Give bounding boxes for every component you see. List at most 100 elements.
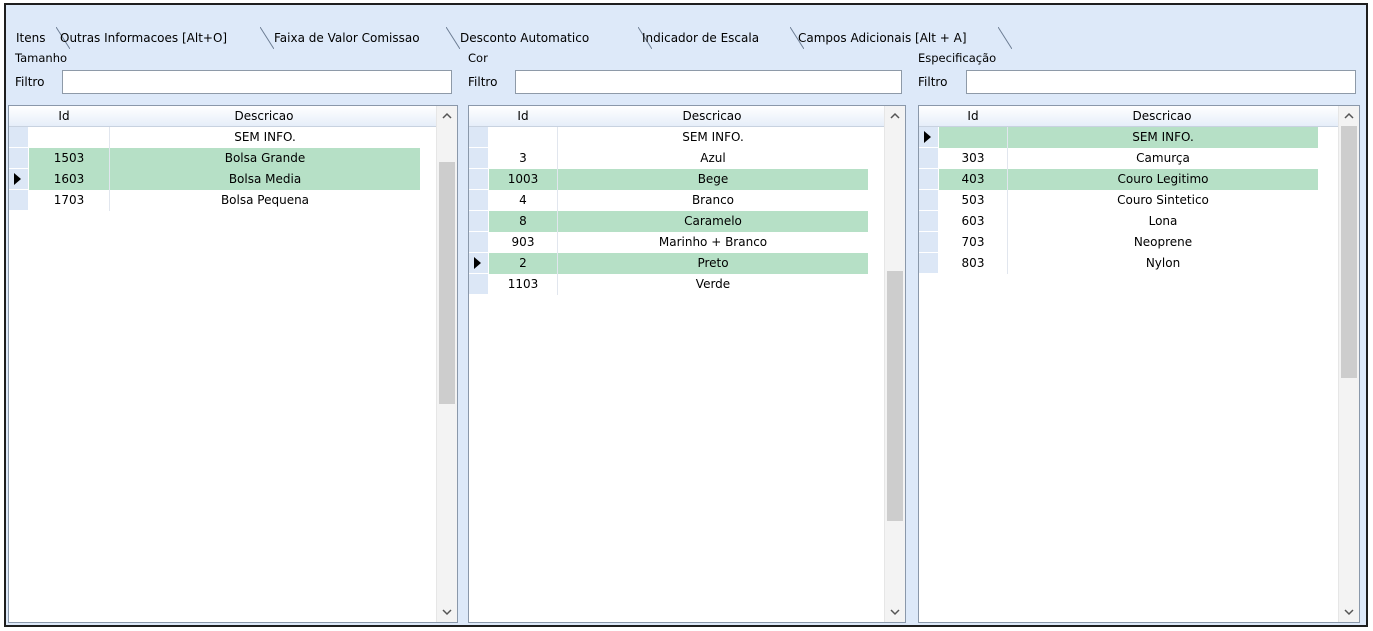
row-indicator	[469, 148, 488, 168]
grid-header: Id Descricao	[9, 106, 437, 127]
table-row[interactable]: 1703 Bolsa Pequena	[9, 190, 419, 211]
row-indicator	[919, 211, 938, 231]
row-indicator	[469, 211, 488, 231]
cell-id: 4	[519, 193, 527, 207]
tab-edge	[998, 27, 1012, 49]
cell-descricao: Bege	[557, 169, 868, 190]
cell-descricao: Nylon	[1007, 253, 1318, 274]
tab-desconto-automatico[interactable]: Desconto Automatico	[456, 27, 652, 49]
scroll-thumb[interactable]	[1341, 126, 1357, 378]
chevron-down-icon[interactable]	[1339, 602, 1359, 622]
cell-descricao: Couro Legitimo	[1007, 169, 1318, 190]
column-header-id[interactable]: Id	[29, 106, 99, 126]
chevron-up-icon[interactable]	[1339, 106, 1359, 126]
tab-indicador-escala[interactable]: Indicador de Escala	[638, 27, 804, 49]
row-indicator	[919, 232, 938, 252]
grid-header: Id Descricao	[469, 106, 885, 127]
tamanho-grid[interactable]: Id Descricao SEM INFO. 1503 Bolsa Grande…	[8, 105, 458, 623]
table-row[interactable]: 303 Camurça	[919, 148, 1317, 169]
cell-id: 1103	[507, 277, 539, 291]
cell-descricao: Preto	[557, 253, 868, 274]
tamanho-filter-input[interactable]	[62, 70, 452, 94]
table-row[interactable]: 803 Nylon	[919, 253, 1317, 274]
tab-campos-adicionais[interactable]: Campos Adicionais [Alt + A]	[794, 27, 1012, 49]
cor-grid[interactable]: Id Descricao SEM INFO. 3 Azul 1003 Bege …	[468, 105, 906, 623]
table-row[interactable]: 4 Branco	[469, 190, 867, 211]
cell-id: 503	[961, 193, 985, 207]
column-header-descricao[interactable]: Descricao	[1007, 106, 1317, 126]
vertical-scrollbar[interactable]	[436, 106, 457, 622]
table-row[interactable]: 1503 Bolsa Grande	[9, 148, 420, 169]
cell-id: 1703	[53, 193, 85, 207]
cell-id: 303	[961, 151, 985, 165]
row-pointer-icon	[14, 173, 21, 185]
table-row[interactable]: SEM INFO.	[469, 127, 867, 148]
especificacao-filter-label: Filtro	[918, 75, 948, 89]
cor-filter-label: Filtro	[468, 75, 498, 89]
table-row[interactable]: 2 Preto	[469, 253, 868, 274]
especificacao-grid[interactable]: Id Descricao SEM INFO. 303 Camurça 403 C…	[918, 105, 1360, 623]
table-row[interactable]: 703 Neoprene	[919, 232, 1317, 253]
table-row[interactable]: 903 Marinho + Branco	[469, 232, 867, 253]
row-indicator	[469, 190, 488, 210]
table-row[interactable]: SEM INFO.	[9, 127, 419, 148]
row-indicator	[9, 169, 28, 189]
vertical-scrollbar[interactable]	[1338, 106, 1359, 622]
table-row[interactable]: 1003 Bege	[469, 169, 868, 190]
scroll-thumb[interactable]	[887, 271, 903, 521]
cell-descricao: SEM INFO.	[1007, 127, 1318, 148]
cell-id: 803	[961, 256, 985, 270]
tab-label: Desconto Automatico	[460, 31, 590, 45]
especificacao-filter-input[interactable]	[966, 70, 1356, 94]
table-row[interactable]: 603 Lona	[919, 211, 1317, 232]
column-header-id[interactable]: Id	[489, 106, 557, 126]
cell-descricao: Marinho + Branco	[557, 232, 868, 253]
row-indicator	[469, 127, 488, 147]
chevron-down-icon[interactable]	[885, 602, 905, 622]
column-header-descricao[interactable]: Descricao	[557, 106, 867, 126]
row-pointer-icon	[924, 131, 931, 143]
row-indicator	[919, 169, 938, 189]
table-row[interactable]: 1603 Bolsa Media	[9, 169, 420, 190]
cell-id: 703	[961, 235, 985, 249]
table-row[interactable]: 3 Azul	[469, 148, 867, 169]
tab-outras-informacoes[interactable]: Outras Informacoes [Alt+O]	[56, 27, 274, 49]
especificacao-title: Especificação	[918, 51, 997, 65]
tab-strip: Itens Outras Informacoes [Alt+O] Faixa d…	[12, 27, 1212, 51]
cell-descricao: Azul	[557, 148, 868, 169]
cell-descricao: Caramelo	[557, 211, 868, 232]
table-row[interactable]: 503 Couro Sintetico	[919, 190, 1317, 211]
tab-faixa-valor-comissao[interactable]: Faixa de Valor Comissao	[270, 27, 460, 49]
tab-label: Itens	[16, 31, 46, 45]
row-indicator	[9, 148, 28, 168]
chevron-up-icon[interactable]	[437, 106, 457, 126]
cell-descricao: Neoprene	[1007, 232, 1318, 253]
cell-id: 1503	[29, 148, 109, 169]
cell-id	[939, 127, 1007, 148]
row-indicator	[469, 253, 488, 273]
cell-descricao: Branco	[557, 190, 868, 211]
column-header-descricao[interactable]: Descricao	[109, 106, 419, 126]
row-indicator	[919, 253, 938, 273]
chevron-up-icon[interactable]	[885, 106, 905, 126]
row-indicator	[919, 190, 938, 210]
product-grade-window: Itens Outras Informacoes [Alt+O] Faixa d…	[4, 3, 1368, 627]
table-row[interactable]: 8 Caramelo	[469, 211, 868, 232]
table-row[interactable]: 403 Couro Legitimo	[919, 169, 1318, 190]
row-indicator	[469, 232, 488, 252]
cor-filter-input[interactable]	[515, 70, 902, 94]
cell-id: 8	[489, 211, 557, 232]
scroll-thumb[interactable]	[439, 162, 455, 404]
table-row[interactable]: SEM INFO.	[919, 127, 1318, 148]
column-header-id[interactable]: Id	[939, 106, 1007, 126]
table-row[interactable]: 1103 Verde	[469, 274, 867, 295]
cell-descricao: Verde	[557, 274, 868, 295]
row-indicator	[919, 148, 938, 168]
chevron-down-icon[interactable]	[437, 602, 457, 622]
tab-itens[interactable]: Itens	[12, 27, 70, 49]
cell-id: 3	[519, 151, 527, 165]
row-indicator	[919, 127, 938, 147]
vertical-scrollbar[interactable]	[884, 106, 905, 622]
cell-id: 1003	[489, 169, 557, 190]
cell-id: 2	[489, 253, 557, 274]
